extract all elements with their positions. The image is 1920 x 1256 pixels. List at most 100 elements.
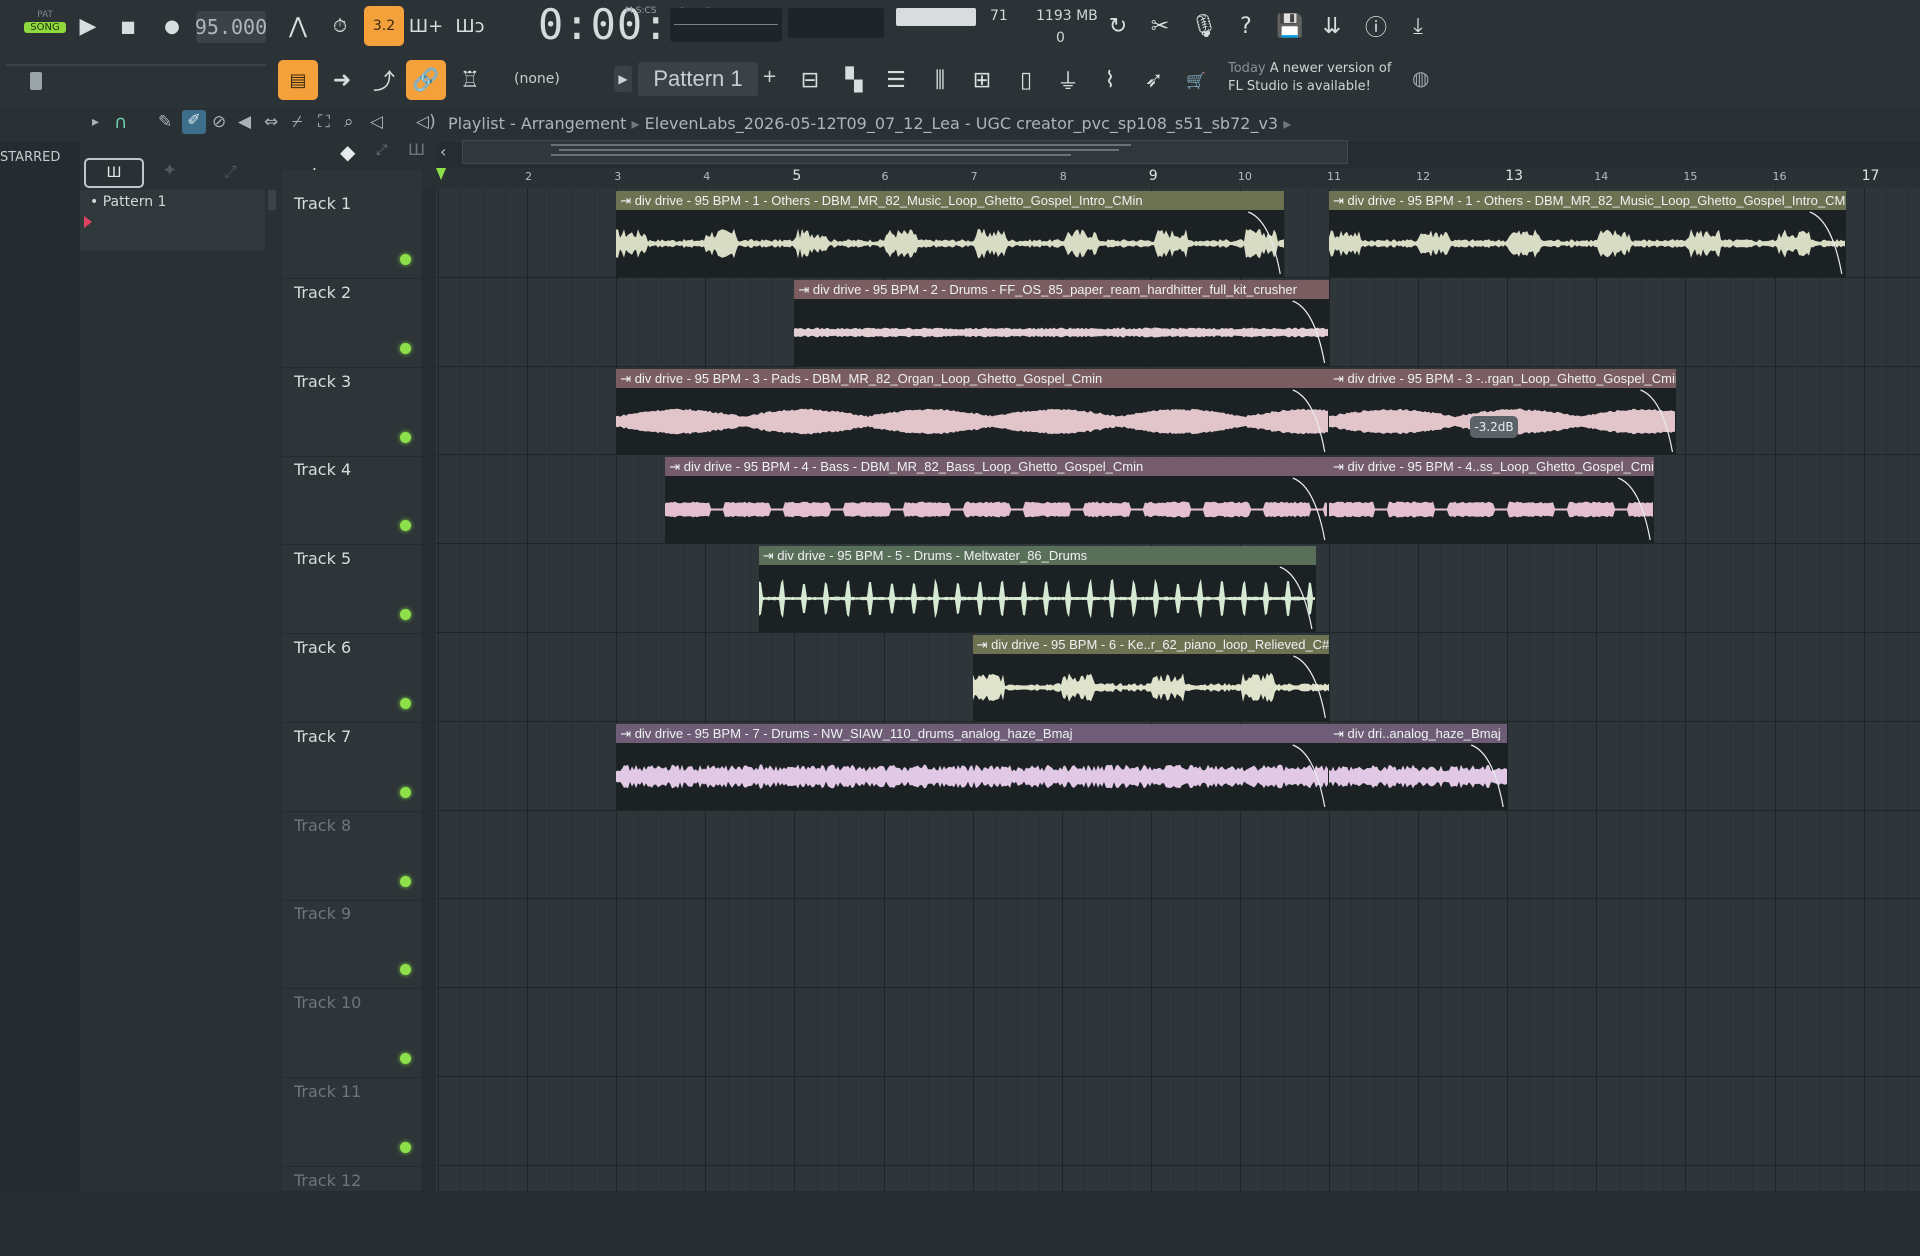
- arrow-tool-button[interactable]: ➜: [322, 60, 362, 100]
- bar-number[interactable]: 8: [1060, 170, 1067, 183]
- track-mute-led[interactable]: [400, 254, 411, 265]
- keyboard-icon[interactable]: Ш: [408, 140, 425, 159]
- bar-number[interactable]: 16: [1773, 170, 1787, 183]
- info-button[interactable]: ⓘ: [1356, 6, 1396, 46]
- slide-tool-button[interactable]: ⤴: [364, 60, 404, 100]
- automation-icon[interactable]: ⤢: [224, 162, 237, 182]
- audio-clip[interactable]: ⇥ div drive - 95 BPM - 6 - Ke..r_62_pian…: [972, 635, 1329, 721]
- track-mute-led[interactable]: [400, 431, 411, 443]
- piano-roll-picker-button[interactable]: Ш: [84, 158, 144, 188]
- audio-clip[interactable]: ⇥ div drive - 95 BPM - 4 - Bass - DBM_MR…: [665, 457, 1329, 544]
- globe-icon[interactable]: ◍: [1412, 66, 1429, 90]
- clip-label[interactable]: ⇥ div drive - 95 BPM - 3 -..rgan_Loop_Gh…: [1329, 368, 1677, 388]
- mute-icon[interactable]: ◀: [238, 112, 251, 132]
- pattern-prev-button[interactable]: ▶: [614, 66, 632, 92]
- help-button[interactable]: ?: [1226, 6, 1266, 46]
- paint-icon[interactable]: ✐: [182, 110, 206, 134]
- slip-icon[interactable]: ⇔: [264, 112, 278, 132]
- plugin-picker-button[interactable]: ⊞: [962, 60, 1002, 100]
- clip-label[interactable]: ⇥ div drive - 95 BPM - 6 - Ke..r_62_pian…: [972, 635, 1329, 654]
- track-header[interactable]: Track 12: [282, 1167, 422, 1256]
- master-pitch-slider[interactable]: [6, 64, 266, 66]
- render-button[interactable]: ⇊: [1312, 6, 1352, 46]
- clip-label[interactable]: ⇥ div drive - 95 BPM - 4..ss_Loop_Ghetto…: [1329, 457, 1655, 477]
- edit-icon[interactable]: ⤢: [376, 142, 387, 158]
- bar-number[interactable]: 2: [525, 170, 532, 183]
- snap-selector[interactable]: (none): [514, 64, 604, 94]
- pattern-selector[interactable]: Pattern 1: [638, 62, 758, 96]
- track-header[interactable]: Track 3: [282, 368, 422, 457]
- audio-clip[interactable]: ⇥ div drive - 95 BPM - 3 -..rgan_Loop_Gh…: [1329, 368, 1677, 455]
- feedback-button[interactable]: ➶: [1134, 60, 1174, 100]
- audio-clip[interactable]: ⇥ div drive - 95 BPM - 7 - Drums - NW_SI…: [616, 723, 1329, 810]
- pat-song-toggle[interactable]: PAT SONG: [24, 10, 66, 46]
- audio-clip[interactable]: ⇥ div drive - 95 BPM - 3 - Pads - DBM_MR…: [616, 368, 1329, 455]
- bar-number[interactable]: 17: [1862, 168, 1880, 184]
- audio-clip[interactable]: ⇥ div drive - 95 BPM - 1 - Others - DBM_…: [1329, 191, 1846, 277]
- bar-number[interactable]: 13: [1505, 168, 1523, 184]
- track-header[interactable]: Track 2: [282, 279, 422, 368]
- starred-label[interactable]: STARRED: [0, 150, 60, 165]
- clip-label[interactable]: ⇥ div drive - 95 BPM - 4 - Bass - DBM_MR…: [665, 457, 1329, 477]
- audio-clip[interactable]: ⇥ div drive - 95 BPM - 5 - Drums - Meltw…: [758, 546, 1316, 633]
- pattern-list-scrollbar[interactable]: [268, 190, 276, 210]
- track-mute-led[interactable]: [400, 342, 411, 354]
- shop-button[interactable]: 🛒: [1176, 60, 1216, 100]
- playhead-marker[interactable]: [436, 168, 446, 180]
- project-button[interactable]: ▯: [1006, 60, 1046, 100]
- channel-rack-button[interactable]: ⊟: [790, 60, 830, 100]
- stop-button[interactable]: ■: [108, 6, 148, 46]
- track-header[interactable]: Track 4: [282, 456, 422, 546]
- bar-number[interactable]: 12: [1416, 170, 1430, 183]
- track-mute-led[interactable]: [400, 520, 411, 532]
- audio-clip[interactable]: ⇥ div dri..analog_haze_Bmaj: [1329, 723, 1508, 810]
- track-mute-led[interactable]: [400, 964, 411, 976]
- overview-scrollbar[interactable]: [462, 140, 1348, 164]
- clip-label[interactable]: ⇥ div drive - 95 BPM - 3 - Pads - DBM_MR…: [616, 368, 1329, 388]
- save-button[interactable]: 💾: [1270, 6, 1310, 46]
- cut-button[interactable]: ✂: [1140, 6, 1180, 46]
- play-button[interactable]: ▶: [68, 6, 108, 46]
- clip-label[interactable]: ⇥ div dri..analog_haze_Bmaj: [1329, 723, 1508, 743]
- track-header[interactable]: Track 9: [282, 900, 422, 990]
- magnet-icon[interactable]: ∩: [114, 112, 127, 133]
- undo-button[interactable]: ↻: [1098, 6, 1138, 46]
- track-mute-led[interactable]: [400, 698, 411, 709]
- audio-clip[interactable]: ⇥ div drive - 95 BPM - 1 - Others - DBM_…: [616, 191, 1285, 277]
- track-header[interactable]: Track 5: [282, 545, 422, 635]
- stamp-button[interactable]: ♖: [450, 60, 490, 100]
- countdown-button[interactable]: 3.2: [364, 6, 404, 46]
- triangle-right-icon[interactable]: ▸: [92, 114, 99, 130]
- track-mute-led[interactable]: [400, 875, 411, 887]
- news-panel[interactable]: Today A newer version of FL Studio is av…: [1228, 60, 1418, 96]
- track-header[interactable]: Track 11: [282, 1078, 422, 1167]
- bar-number[interactable]: 9: [1149, 168, 1158, 184]
- mixer-button[interactable]: ⫼: [920, 60, 960, 100]
- track-mute-led[interactable]: [400, 1142, 411, 1153]
- zoom-icon[interactable]: ⌕: [344, 112, 354, 132]
- wait-record-button[interactable]: ⏱: [320, 6, 360, 46]
- audio-clip[interactable]: ⇥ div drive - 95 BPM - 2 - Drums - FF_OS…: [794, 279, 1329, 366]
- record-button[interactable]: ●: [152, 6, 192, 46]
- track-header[interactable]: Track 7: [282, 723, 422, 812]
- master-pitch-knob[interactable]: [30, 72, 42, 90]
- step-edit-button[interactable]: Ш+: [406, 6, 446, 46]
- bar-number[interactable]: 14: [1594, 170, 1608, 183]
- bar-number[interactable]: 7: [971, 170, 978, 183]
- bar-number[interactable]: 11: [1327, 170, 1341, 183]
- track-header[interactable]: Track 8: [282, 812, 422, 901]
- link-button[interactable]: 🔗: [406, 60, 446, 100]
- pattern-list-item[interactable]: • Pattern 1: [90, 194, 166, 210]
- timeline-ruler[interactable]: [436, 168, 1920, 188]
- metronome-button[interactable]: ⋀: [278, 6, 318, 46]
- plugin-button[interactable]: ⏚: [1048, 60, 1088, 100]
- track-mute-led[interactable]: [400, 786, 411, 798]
- track-mute-led[interactable]: [400, 1053, 411, 1065]
- delete-icon[interactable]: ⊘: [212, 112, 226, 132]
- piano-roll-button[interactable]: ▚: [834, 60, 874, 100]
- clip-label[interactable]: ⇥ div drive - 95 BPM - 7 - Drums - NW_SI…: [616, 723, 1329, 743]
- download-button[interactable]: ⤓: [1398, 6, 1438, 46]
- bar-number[interactable]: 3: [614, 170, 621, 183]
- clip-label[interactable]: ⇥ div drive - 95 BPM - 2 - Drums - FF_OS…: [794, 279, 1329, 299]
- clip-label[interactable]: ⇥ div drive - 95 BPM - 1 - Others - DBM_…: [1329, 191, 1846, 210]
